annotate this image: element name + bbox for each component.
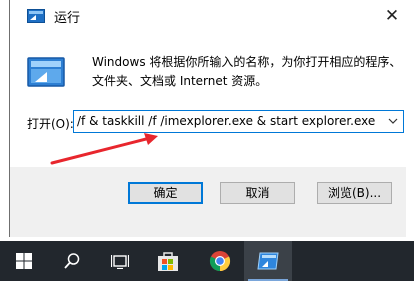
- ok-button[interactable]: 确定: [128, 182, 203, 204]
- close-button[interactable]: ✕: [380, 4, 404, 28]
- window-title: 运行: [54, 11, 81, 26]
- run-dialog: 运行 ✕ Windows 将根据你所输入的名称，为你打开相应的程序、文件夹、文档…: [9, 0, 414, 237]
- title-bar: 运行 ✕: [10, 0, 406, 32]
- cancel-button[interactable]: 取消: [220, 182, 295, 204]
- chevron-down-icon[interactable]: [383, 111, 403, 132]
- browse-button[interactable]: 浏览(B)...: [317, 182, 392, 204]
- taskbar: [0, 241, 414, 281]
- description-text: Windows 将根据你所输入的名称，为你打开相应的程序、文件夹、文档或 Int…: [92, 55, 402, 88]
- store-app-button[interactable]: [144, 241, 192, 281]
- command-input[interactable]: /f & taskkill /f /imexplorer.exe & start…: [77, 111, 377, 132]
- run-app-taskbar-button[interactable]: [244, 241, 292, 281]
- task-view-button[interactable]: [96, 241, 144, 281]
- red-annotation-arrow: [50, 133, 158, 165]
- screen: 运行 ✕ Windows 将根据你所输入的名称，为你打开相应的程序、文件夹、文档…: [0, 0, 414, 281]
- chrome-app-button[interactable]: [196, 241, 244, 281]
- run-program-icon: [27, 55, 65, 89]
- run-icon: [27, 8, 45, 24]
- start-button[interactable]: [0, 241, 48, 281]
- button-bar: 确定 取消 浏览(B)...: [10, 167, 406, 237]
- search-button[interactable]: [48, 241, 96, 281]
